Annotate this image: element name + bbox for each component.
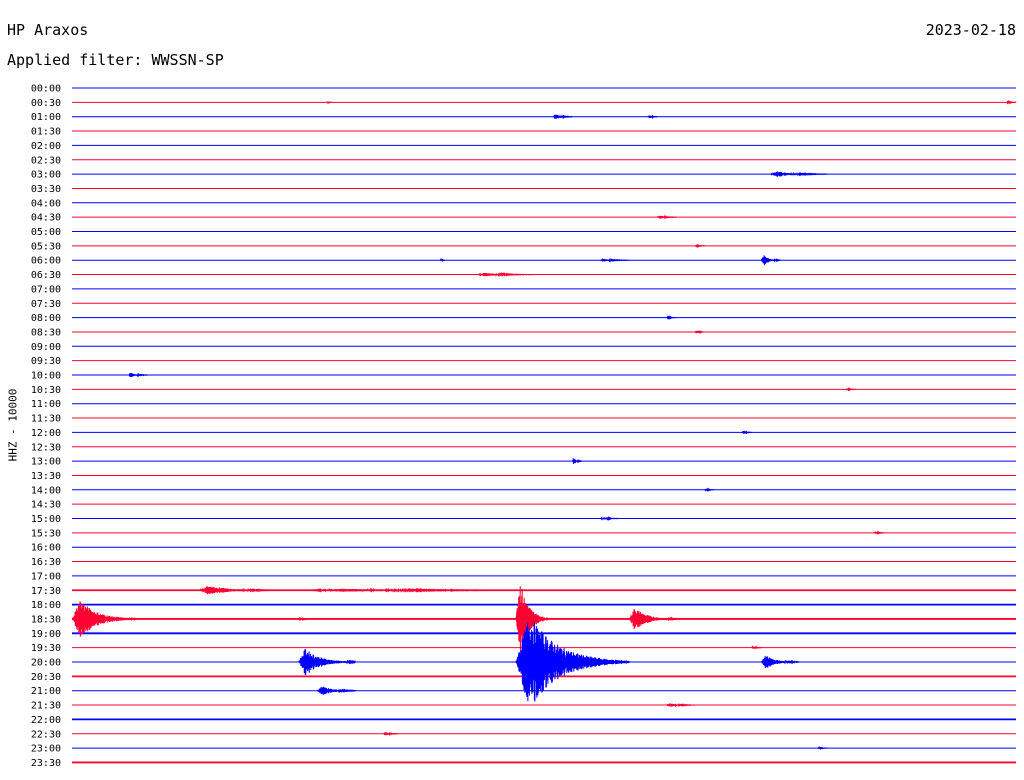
- seismic-event-1: [326, 101, 333, 105]
- time-label-1700: 17:00: [31, 571, 61, 582]
- time-label-1030: 10:30: [31, 385, 61, 396]
- seismic-event-26: [751, 645, 762, 650]
- time-label-2230: 22:30: [31, 729, 61, 740]
- time-label-1300: 13:00: [31, 457, 61, 468]
- seismic-event-9: [439, 257, 446, 262]
- time-label-0600: 06:00: [31, 256, 61, 267]
- time-label-0200: 02:00: [31, 141, 61, 152]
- time-label-1730: 17:30: [31, 586, 61, 597]
- time-label-0800: 08:00: [31, 313, 61, 324]
- time-label-1130: 11:30: [31, 414, 61, 425]
- time-label-0300: 03:00: [31, 170, 61, 181]
- time-label-0630: 06:30: [31, 270, 61, 281]
- time-label-0700: 07:00: [31, 284, 61, 295]
- seismic-event-13: [128, 372, 149, 378]
- time-label-0900: 09:00: [31, 342, 61, 353]
- time-label-0730: 07:30: [31, 299, 61, 310]
- time-label-1000: 10:00: [31, 371, 61, 382]
- time-label-0000: 00:00: [31, 84, 61, 95]
- seismic-event-18: [600, 516, 620, 521]
- time-label-1430: 14:30: [31, 500, 61, 511]
- time-label-0830: 08:30: [31, 327, 61, 338]
- time-label-2100: 21:00: [31, 686, 61, 697]
- seismic-event-7: [760, 255, 781, 266]
- time-label-0400: 04:00: [31, 198, 61, 209]
- seismic-event-32: [383, 731, 399, 736]
- seismic-event-24: [628, 608, 677, 629]
- seismic-event-15: [742, 430, 752, 435]
- seismic-event-33: [817, 745, 828, 751]
- seismic-event-2: [553, 114, 573, 120]
- time-label-1930: 19:30: [31, 643, 61, 654]
- time-label-1500: 15:00: [31, 514, 61, 525]
- seismic-event-31: [666, 703, 696, 708]
- seismic-event-17: [704, 487, 715, 493]
- seismic-event-12: [694, 329, 705, 334]
- time-label-1530: 15:30: [31, 528, 61, 539]
- time-label-1800: 18:00: [31, 600, 61, 611]
- time-label-2330: 23:30: [31, 758, 61, 769]
- seismic-event-5: [657, 214, 677, 220]
- time-label-2200: 22:00: [31, 715, 61, 726]
- seismic-event-16: [572, 458, 583, 465]
- seismic-event-19: [874, 530, 885, 536]
- helicorder-plot: 00:00 00:30 01:00 01:30 02:00 02:30 03:00 03:30…: [31, 84, 1017, 769]
- seismic-event-10: [477, 272, 536, 277]
- seismic-event-11: [666, 315, 677, 320]
- seismic-event-27: [298, 648, 356, 676]
- time-label-0100: 01:00: [31, 112, 61, 123]
- time-label-0930: 09:30: [31, 356, 61, 367]
- seismic-event-21: [308, 587, 592, 593]
- time-label-0500: 05:00: [31, 227, 61, 238]
- time-label-1600: 16:00: [31, 543, 61, 554]
- time-label-0430: 04:30: [31, 213, 61, 224]
- time-label-2000: 20:00: [31, 658, 61, 669]
- seismic-event-28: [515, 622, 630, 702]
- time-label-0230: 02:30: [31, 155, 61, 166]
- time-label-1100: 11:00: [31, 399, 61, 410]
- seismic-event-0: [1006, 100, 1017, 105]
- seismic-event-22: [71, 601, 139, 637]
- time-label-1830: 18:30: [31, 614, 61, 625]
- time-label-1900: 19:00: [31, 629, 61, 640]
- seismic-event-3: [647, 114, 658, 120]
- seismic-event-30: [317, 686, 356, 695]
- time-label-2300: 23:00: [31, 744, 61, 755]
- time-label-2030: 20:30: [31, 672, 61, 683]
- time-label-1400: 14:00: [31, 485, 61, 496]
- time-label-0330: 03:30: [31, 184, 61, 195]
- seismic-event-8: [600, 257, 630, 263]
- time-label-0030: 00:30: [31, 98, 61, 109]
- time-label-0130: 01:30: [31, 127, 61, 138]
- time-label-1330: 13:30: [31, 471, 61, 482]
- time-label-1200: 12:00: [31, 428, 61, 439]
- seismic-event-4: [770, 171, 828, 177]
- seismic-event-23: [298, 616, 309, 622]
- seismic-event-14: [846, 387, 856, 392]
- time-label-2130: 21:30: [31, 701, 61, 712]
- seismic-event-20: [199, 586, 276, 595]
- seismic-event-6: [695, 243, 705, 249]
- time-label-0530: 05:30: [31, 241, 61, 252]
- time-label-1230: 12:30: [31, 442, 61, 453]
- seismic-event-29: [760, 655, 800, 669]
- time-label-1630: 16:30: [31, 557, 61, 568]
